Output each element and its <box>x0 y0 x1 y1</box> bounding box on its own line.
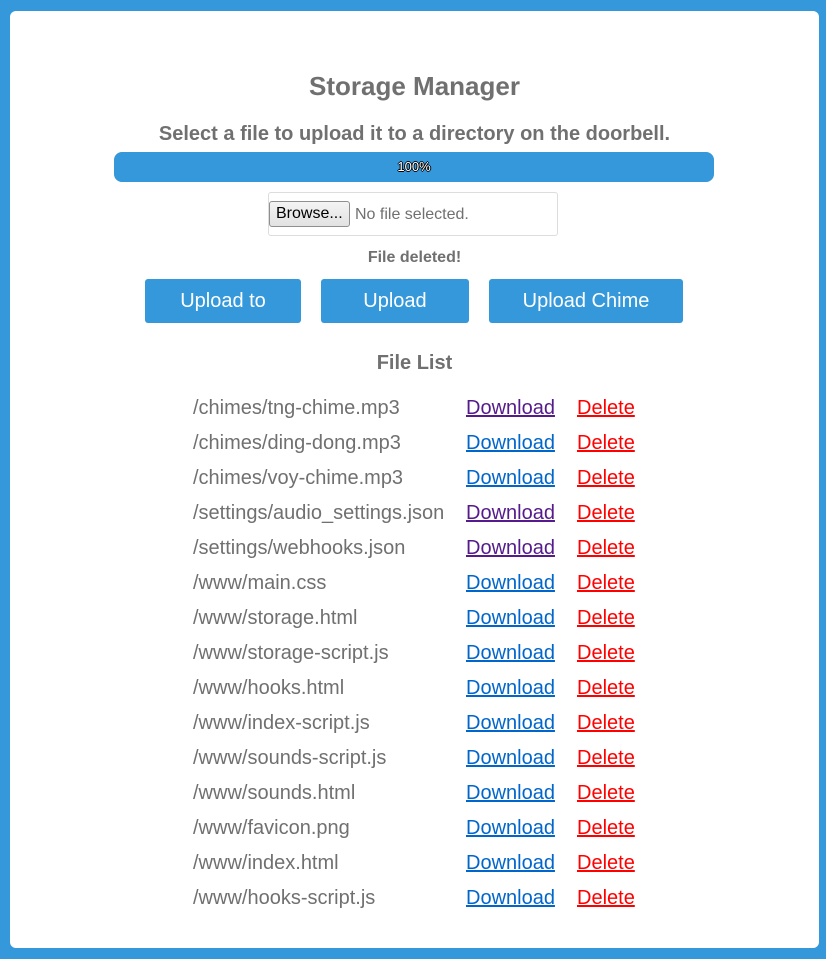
file-row: /settings/audio_settings.json Download Del… <box>10 498 819 533</box>
file-list-title: File List <box>376 352 453 374</box>
delete-link[interactable]: Delete <box>577 502 635 525</box>
file-path: /www/index-script.js <box>193 712 370 734</box>
file-path: /settings/webhooks.json <box>193 537 406 559</box>
file-path: /www/index.html <box>193 852 339 874</box>
delete-link[interactable]: Delete <box>577 397 635 420</box>
storage-panel: Storage Manager Select a file to upload … <box>10 11 819 948</box>
file-row: /www/storage.html Download Delete <box>10 603 819 638</box>
file-row: /www/favicon.png Download Delete <box>10 813 819 848</box>
delete-link[interactable]: Delete <box>577 747 635 770</box>
upload-chime-sound-button[interactable]: Upload Chime Sound <box>489 279 683 356</box>
file-row: /chimes/voy-chime.mp3 Download Delete <box>10 463 819 498</box>
file-path: /settings/audio_settings.json <box>193 502 445 524</box>
download-link[interactable]: Download <box>466 782 555 805</box>
file-row: /settings/webhooks.json Download Delete <box>10 533 819 568</box>
download-link[interactable]: Download <box>466 817 555 840</box>
download-link[interactable]: Download <box>466 537 555 560</box>
download-link[interactable]: Download <box>466 852 555 875</box>
page-title: Storage Manager <box>309 71 520 101</box>
download-link[interactable]: Download <box>466 607 555 630</box>
delete-link[interactable]: Delete <box>577 852 635 875</box>
file-row: /chimes/ding-dong.mp3 Download Delete <box>10 428 819 463</box>
file-picker[interactable]: Browse... No file selected. <box>268 192 558 236</box>
page-subtitle: Select a file to upload it to a director… <box>158 123 671 145</box>
download-link[interactable]: Download <box>466 502 555 525</box>
upload-www-button[interactable]: Upload to WWW <box>145 279 301 356</box>
delete-link[interactable]: Delete <box>577 537 635 560</box>
delete-link[interactable]: Delete <box>577 642 635 665</box>
delete-link[interactable]: Delete <box>577 607 635 630</box>
delete-link[interactable]: Delete <box>577 817 635 840</box>
upload-progress-bar: 100% <box>114 152 714 182</box>
download-link[interactable]: Download <box>466 397 555 420</box>
delete-link[interactable]: Delete <box>577 432 635 455</box>
upload-progress-label: 100% <box>397 159 431 174</box>
file-row: /chimes/tng-chime.mp3 Download Delete <box>10 393 819 428</box>
file-row: /www/sounds-script.js Download Delete <box>10 743 819 778</box>
status-message: File deleted! <box>367 249 462 266</box>
file-row: /www/main.css Download Delete <box>10 568 819 603</box>
delete-link[interactable]: Delete <box>577 887 635 910</box>
file-row: /www/hooks.html Download Delete <box>10 673 819 708</box>
download-link[interactable]: Download <box>466 712 555 735</box>
download-link[interactable]: Download <box>466 467 555 490</box>
file-path: /www/hooks-script.js <box>193 887 376 909</box>
download-link[interactable]: Download <box>466 572 555 595</box>
file-path: /www/hooks.html <box>193 677 345 699</box>
file-path: /chimes/tng-chime.mp3 <box>193 397 400 419</box>
download-link[interactable]: Download <box>466 677 555 700</box>
file-path: /www/main.css <box>193 572 327 594</box>
delete-link[interactable]: Delete <box>577 782 635 805</box>
download-link[interactable]: Download <box>466 747 555 770</box>
file-row: /www/sounds.html Download Delete <box>10 778 819 813</box>
download-link[interactable]: Download <box>466 432 555 455</box>
file-path: /chimes/voy-chime.mp3 <box>193 467 404 489</box>
file-path: /www/storage-script.js <box>193 642 389 664</box>
delete-link[interactable]: Delete <box>577 467 635 490</box>
download-link[interactable]: Download <box>466 642 555 665</box>
delete-link[interactable]: Delete <box>577 677 635 700</box>
download-link[interactable]: Download <box>466 887 555 910</box>
upload-settings-button[interactable]: Upload Settings <box>321 279 469 356</box>
file-path: /www/storage.html <box>193 607 358 629</box>
file-path: /www/sounds-script.js <box>193 747 387 769</box>
delete-link[interactable]: Delete <box>577 572 635 595</box>
delete-link[interactable]: Delete <box>577 712 635 735</box>
browse-button[interactable]: Browse... <box>269 201 350 227</box>
file-path: /chimes/ding-dong.mp3 <box>193 432 401 454</box>
file-path: /www/favicon.png <box>193 817 350 839</box>
file-path: /www/sounds.html <box>193 782 356 804</box>
file-row: /www/storage-script.js Download Delete <box>10 638 819 673</box>
file-row: /www/index.html Download Delete <box>10 848 819 883</box>
file-selection-status: No file selected. <box>355 206 469 223</box>
file-row: /www/index-script.js Download Delete <box>10 708 819 743</box>
file-row: /www/hooks-script.js Download Delete <box>10 883 819 918</box>
